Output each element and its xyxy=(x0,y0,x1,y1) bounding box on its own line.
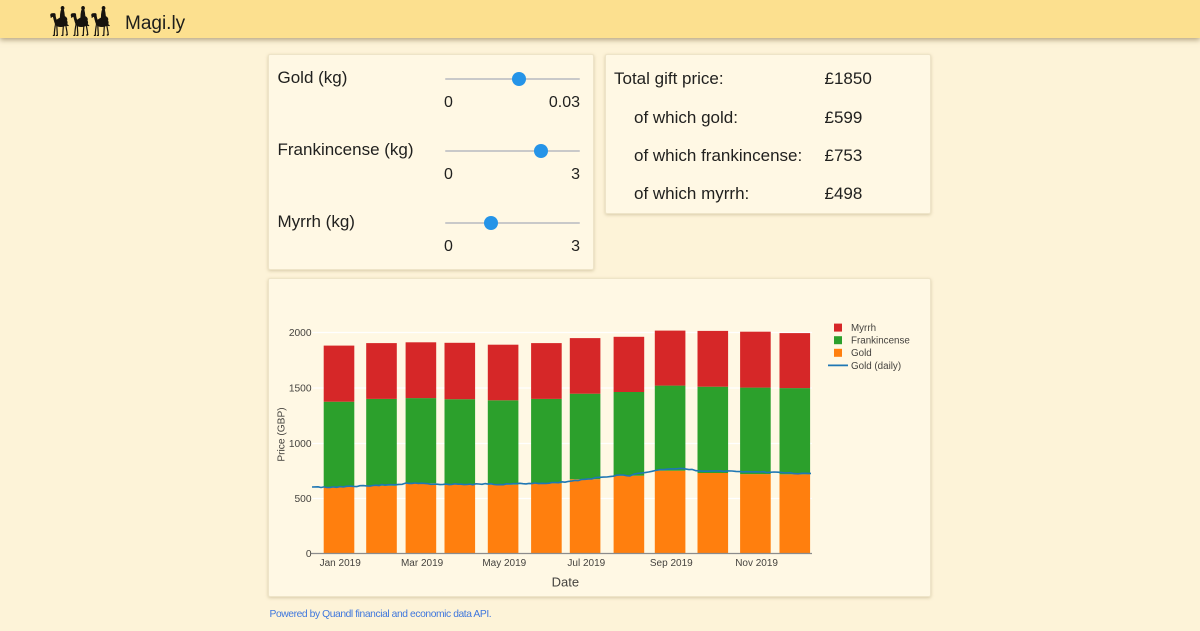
svg-text:Price (GBP): Price (GBP) xyxy=(276,407,287,461)
svg-text:Date: Date xyxy=(552,575,579,590)
svg-text:Gold (daily): Gold (daily) xyxy=(851,361,901,372)
svg-text:Nov 2019: Nov 2019 xyxy=(735,558,778,569)
svg-text:Jul 2019: Jul 2019 xyxy=(567,558,605,569)
svg-text:Jan 2019: Jan 2019 xyxy=(320,558,362,569)
svg-text:0: 0 xyxy=(306,549,312,560)
svg-text:Mar 2019: Mar 2019 xyxy=(401,558,444,569)
svg-text:1500: 1500 xyxy=(289,384,312,395)
svg-text:2000: 2000 xyxy=(289,328,312,339)
svg-text:Gold: Gold xyxy=(851,348,872,359)
svg-text:Myrrh: Myrrh xyxy=(851,323,876,334)
svg-text:Sep 2019: Sep 2019 xyxy=(650,558,693,569)
svg-text:May 2019: May 2019 xyxy=(482,558,526,569)
svg-text:Frankincense: Frankincense xyxy=(851,336,910,347)
svg-text:500: 500 xyxy=(295,494,312,505)
svg-text:1000: 1000 xyxy=(289,439,312,450)
